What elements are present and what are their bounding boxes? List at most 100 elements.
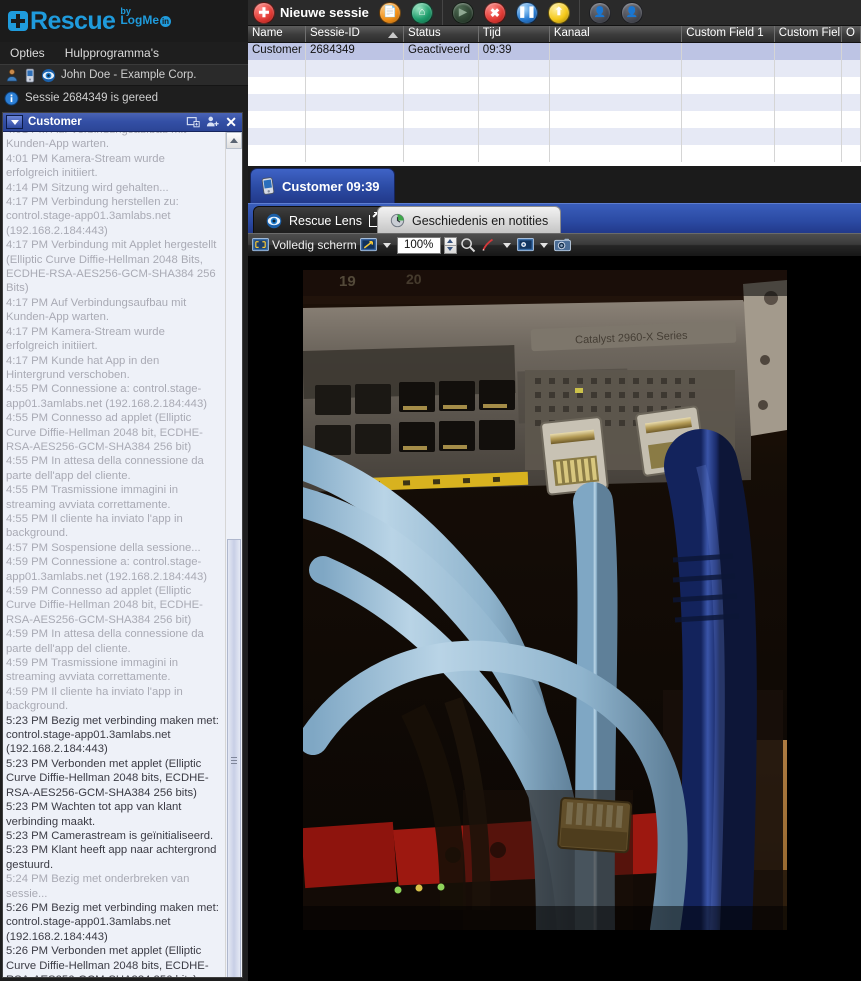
tab-rescue-lens[interactable]: Rescue Lens [253,206,394,234]
history-clock-icon [390,213,405,228]
table-cell: 2684349 [306,43,405,60]
zoom-stepper-down[interactable] [445,246,456,253]
column-header[interactable]: Custom Field 1 [682,26,775,42]
table-cell [549,60,683,77]
column-header[interactable]: Tijd [479,26,550,42]
brand-name: Rescue [30,6,116,35]
fullscreen-icon[interactable] [252,237,269,254]
table-cell [306,94,405,111]
chevron-down-icon[interactable] [6,115,23,129]
table-row[interactable] [248,145,861,162]
column-header-label: O [846,27,855,39]
table-cell [478,128,550,145]
add-person-icon[interactable] [205,115,220,129]
table-cell [682,111,775,128]
person-icon[interactable] [5,68,19,82]
table-cell [404,94,479,111]
table-cell [774,43,843,60]
close-session-button[interactable]: ✖ [479,0,511,25]
notes-button[interactable]: 📄 [374,0,406,25]
log-panel-header: Customer ✕ [3,113,242,132]
log-entry: 4:17 PM Verbindung mit Applet hergestell… [6,239,217,295]
log-scrollbar[interactable] [225,132,242,977]
phone-icon[interactable] [24,68,36,83]
table-cell [682,60,775,77]
invite-user-button[interactable]: 👤 [616,0,648,25]
lens-viewer[interactable]: 19 20 Catalyst 2960-X Series [248,257,861,981]
table-cell [404,111,479,128]
table-cell [248,145,307,162]
zoom-input[interactable]: 100% [396,236,441,254]
table-row[interactable] [248,128,861,145]
column-header[interactable]: Sessie-ID [306,26,405,42]
table-cell [842,43,861,60]
transfer-button[interactable]: ⌂ [406,0,438,25]
log-body: 4:01 PM Auf Verbindungsaufbau mit Kunden… [3,132,242,977]
table-cell: Geactiveerd [404,43,479,60]
fullscreen-label: Volledig scherm [272,238,357,252]
camera-stream-video[interactable]: 19 20 Catalyst 2960-X Series [303,270,787,930]
table-cell [774,111,843,128]
table-row[interactable] [248,77,861,94]
table-cell [549,43,683,60]
log-entry: 5:26 PM Verbonden met applet (Elliptic C… [6,945,209,977]
fit-screen-dropdown-caret[interactable] [382,242,391,248]
whiteboard-dropdown-caret[interactable] [502,242,511,248]
column-header[interactable]: Custom Fiel [775,26,843,42]
menu-bar: Opties Hulpprogramma's [0,42,248,64]
table-cell [774,94,843,111]
column-header[interactable]: O [842,26,861,42]
toolbar-separator-2 [578,0,580,25]
table-row[interactable] [248,111,861,128]
log-entry: 4:17 PM Kunde hat App in den Hintergrund… [6,354,160,381]
camera-stream-frame: 19 20 Catalyst 2960-X Series [303,270,787,930]
scroll-up-button[interactable] [226,132,242,149]
table-row[interactable]: Customer 2684349 Geactiveerd 09:39 [248,43,861,60]
scroll-thumb[interactable] [227,539,241,977]
tab-rescue-lens-label: Rescue Lens [289,213,362,228]
log-entry: 5:23 PM Camerastream is geïnitialiseerd. [6,829,214,842]
transfer-session-button[interactable]: ⬆ [543,0,575,25]
new-window-icon[interactable] [186,115,201,129]
table-row[interactable] [248,60,861,77]
whiteboard-pen-icon[interactable] [480,237,497,254]
magnifier-icon[interactable] [460,237,477,254]
column-header[interactable]: Kanaal [550,26,683,42]
column-header-label: Sessie-ID [310,27,360,39]
scroll-grip [231,755,237,764]
table-cell [774,145,843,162]
rescue-plus-icon [8,11,28,31]
log-entries-list: 4:01 PM Auf Verbindungsaufbau mit Kunden… [3,132,222,977]
laser-pointer-icon[interactable] [516,237,534,254]
zoom-stepper[interactable] [443,236,457,254]
technician-status-bar: John Doe - Example Corp. [0,64,248,86]
table-cell [682,43,775,60]
brand-company-mark: in [160,16,172,27]
table-row[interactable] [248,94,861,111]
tab-customer-session[interactable]: Customer 09:39 [250,168,395,203]
fit-screen-icon[interactable] [359,237,377,254]
hold-session-button[interactable]: ❚❚ [511,0,543,25]
invite-technician-button[interactable]: 👤 [584,0,616,25]
menu-item-hulpprogramma[interactable]: Hulpprogramma's [55,44,169,62]
column-header[interactable]: Status [404,26,479,42]
laser-dropdown-caret[interactable] [539,242,548,248]
eye-icon[interactable] [41,68,56,83]
new-session-button[interactable]: ✚ Nieuwe sessie [248,0,374,25]
column-header[interactable]: Name [248,26,307,42]
table-cell [842,111,861,128]
close-icon[interactable]: ✕ [225,115,237,129]
arrow-up-orb-yellow-icon: ⬆ [547,1,570,24]
screenshot-camera-icon[interactable] [553,237,571,254]
log-entry: 4:59 PM Connessione a: control.stage-app… [6,556,207,583]
zoom-stepper-up[interactable] [444,238,456,246]
table-cell [478,77,550,94]
table-cell [842,60,861,77]
log-entry: 4:01 PM Auf Verbindungsaufbau mit Kunden… [6,132,186,151]
scroll-track[interactable] [226,149,242,977]
table-cell [682,94,775,111]
start-session-button[interactable]: ▶ [447,0,479,25]
tab-history-notes[interactable]: Geschiedenis en notities [377,206,562,234]
menu-item-opties[interactable]: Opties [0,44,55,62]
rescue-technician-console: Rescue by LogMe in Opties Hulpprogramma's [0,0,861,981]
